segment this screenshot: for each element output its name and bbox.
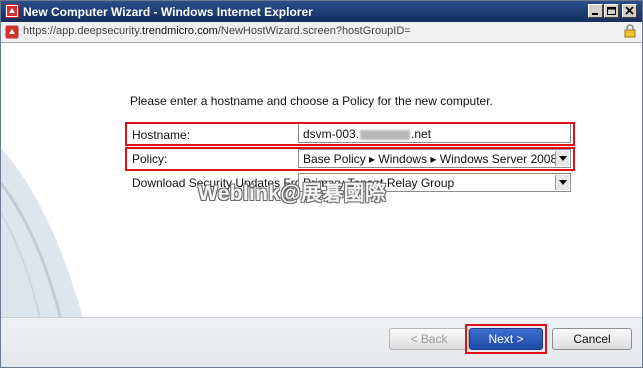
lock-icon[interactable]	[623, 24, 637, 38]
title-bar: New Computer Wizard - Windows Internet E…	[1, 1, 642, 22]
maximize-icon	[607, 7, 616, 15]
wizard-content: Please enter a hostname and choose a Pol…	[1, 43, 642, 367]
site-icon	[5, 25, 19, 39]
back-button[interactable]: < Back	[389, 328, 469, 350]
app-window-icon	[5, 4, 19, 18]
next-highlight-box	[465, 324, 547, 354]
browser-window: New Computer Wizard - Windows Internet E…	[0, 0, 643, 368]
address-url: https://app.deepsecurity.trendmicro.com/…	[23, 25, 411, 37]
address-bar[interactable]: https://app.deepsecurity.trendmicro.com/…	[1, 22, 642, 43]
hostname-highlight-box	[125, 122, 575, 146]
minimize-icon	[592, 13, 598, 15]
close-icon	[625, 6, 634, 15]
watermark: Weblink@展碁國際	[198, 182, 387, 205]
dropdown-arrow[interactable]	[555, 175, 569, 190]
minimize-button[interactable]	[588, 4, 603, 18]
wizard-instructions: Please enter a hostname and choose a Pol…	[130, 94, 493, 108]
policy-highlight-box	[125, 147, 575, 171]
close-button[interactable]	[622, 4, 637, 18]
cancel-button[interactable]: Cancel	[552, 328, 632, 350]
chevron-down-icon	[559, 180, 567, 185]
maximize-button[interactable]	[604, 4, 619, 18]
window-title: New Computer Wizard - Windows Internet E…	[23, 5, 313, 19]
